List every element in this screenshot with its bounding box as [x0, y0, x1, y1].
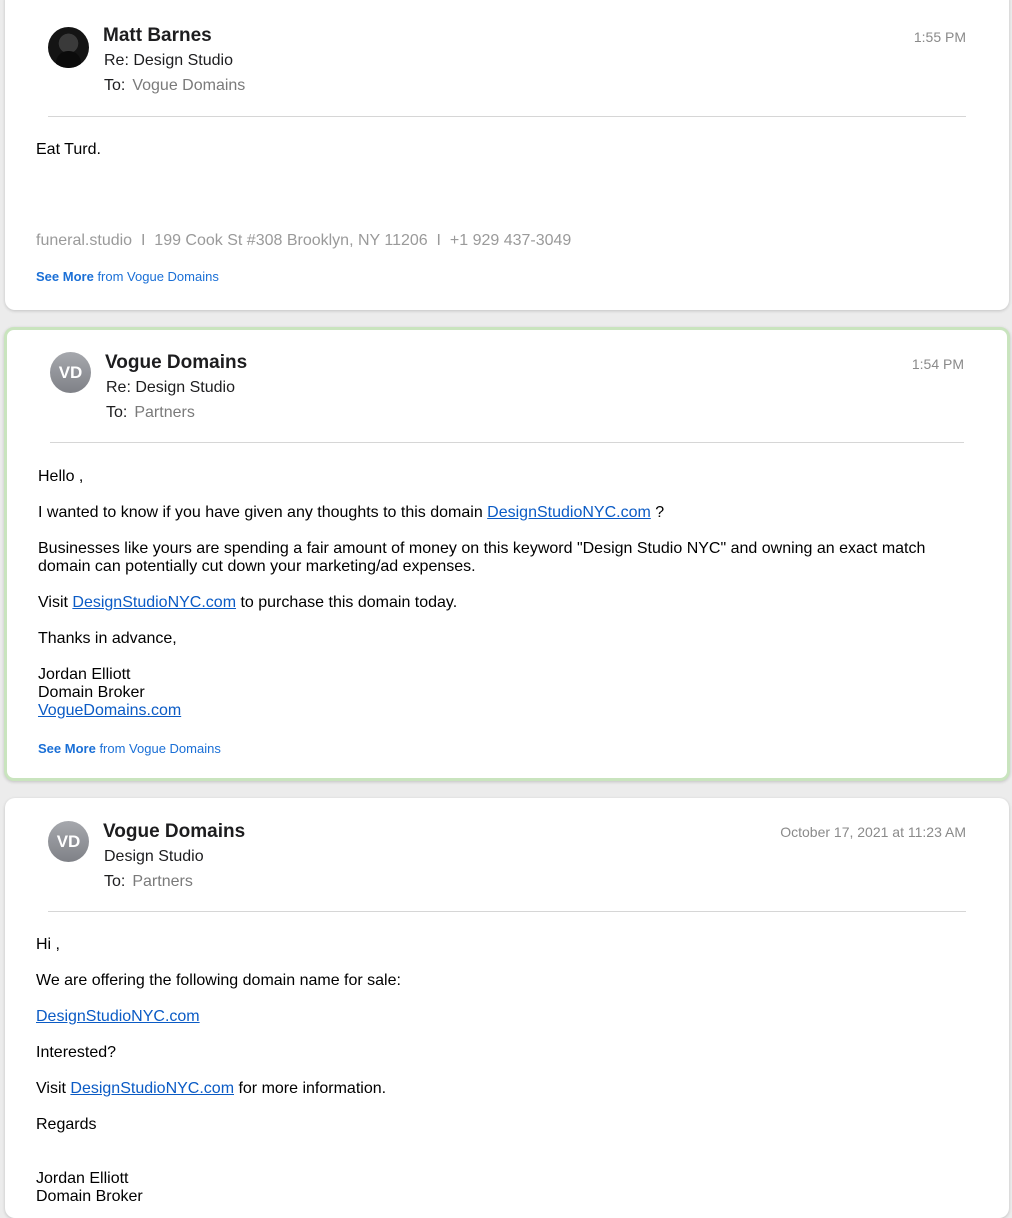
see-more-source: from Vogue Domains: [97, 269, 219, 284]
closing-text: Thanks in advance,: [38, 630, 177, 647]
body-paragraph: Visit DesignStudioNYC.com to purchase th…: [38, 594, 967, 612]
email-time: October 17, 2021 at 11:23 AM: [780, 824, 966, 840]
body-paragraph: I wanted to know if you have given any t…: [38, 504, 967, 522]
body-paragraph: Interested?: [36, 1044, 117, 1061]
domain-link[interactable]: DesignStudioNYC.com: [487, 504, 651, 521]
body-text: for more information.: [234, 1080, 387, 1097]
signature-footer: funeral.studio I 199 Cook St #308 Brookl…: [36, 232, 572, 249]
see-more-label: See More: [38, 741, 96, 756]
header-divider: [50, 442, 964, 443]
body-text: ?: [650, 504, 665, 521]
body-paragraph: We are offering the following domain nam…: [36, 972, 401, 989]
email-body: Hi , We are offering the following domai…: [36, 936, 969, 1206]
signature-title: Domain Broker: [36, 1188, 143, 1205]
see-more-source: from Vogue Domains: [99, 741, 221, 756]
signature-title: Domain Broker: [38, 684, 145, 701]
signature-name: Jordan Elliott: [36, 1170, 129, 1187]
body-text: I wanted to know if you have given any t…: [38, 504, 488, 521]
email-message-card[interactable]: Matt Barnes Re: Design Studio To: Vogue D…: [5, 0, 1009, 310]
email-subject: Re: Design Studio: [106, 379, 235, 396]
sender-name: Vogue Domains: [103, 821, 246, 842]
closing-text: Regards: [36, 1116, 97, 1133]
greeting-text: Hi ,: [36, 936, 60, 953]
recipient-line: To: Vogue Domains: [104, 77, 245, 95]
see-more-link[interactable]: See More from Vogue Domains: [36, 269, 219, 284]
signature-website-link[interactable]: VogueDomains.com: [38, 702, 181, 719]
recipient-name: Partners: [134, 404, 195, 421]
greeting-text: Hello ,: [38, 468, 84, 485]
domain-link[interactable]: DesignStudioNYC.com: [72, 594, 236, 611]
email-time: 1:55 PM: [913, 29, 966, 45]
body-text: Visit: [38, 594, 73, 611]
sender-avatar: VD: [50, 352, 91, 393]
recipient-line: To: Partners: [106, 404, 195, 422]
recipient-name: Partners: [132, 873, 193, 890]
email-message-card[interactable]: VD Vogue Domains Design Studio To: Partne…: [5, 798, 1009, 1218]
domain-link[interactable]: DesignStudioNYC.com: [70, 1080, 234, 1097]
body-paragraph: Businesses like yours are spending a fai…: [38, 540, 926, 575]
email-body: Eat Turd.: [36, 141, 969, 177]
recipient-name: Vogue Domains: [132, 77, 246, 94]
email-body: Hello , I wanted to know if you have giv…: [38, 468, 967, 720]
email-message-card-selected[interactable]: VD Vogue Domains Re: Design Studio To: Pa…: [4, 327, 1010, 781]
email-subject: Design Studio: [104, 848, 204, 865]
recipient-line: To: Partners: [104, 873, 193, 891]
body-text: Visit: [36, 1080, 71, 1097]
sender-avatar: [48, 27, 89, 68]
to-label: To:: [104, 873, 126, 890]
email-subject: Re: Design Studio: [104, 52, 233, 69]
header-divider: [48, 911, 966, 912]
signature-name: Jordan Elliott: [38, 666, 131, 683]
sender-avatar: VD: [48, 821, 89, 862]
header-divider: [48, 116, 966, 117]
to-label: To:: [104, 77, 126, 94]
see-more-link[interactable]: See More from Vogue Domains: [38, 741, 221, 756]
to-label: To:: [106, 404, 128, 421]
body-text: Eat Turd.: [36, 141, 101, 158]
sender-name: Vogue Domains: [105, 352, 248, 373]
body-paragraph: Visit DesignStudioNYC.com for more infor…: [36, 1080, 969, 1098]
domain-link[interactable]: DesignStudioNYC.com: [36, 1008, 200, 1025]
see-more-label: See More: [36, 269, 94, 284]
sender-name: Matt Barnes: [103, 25, 212, 46]
body-text: to purchase this domain today.: [236, 594, 458, 611]
email-time: 1:54 PM: [911, 356, 964, 372]
